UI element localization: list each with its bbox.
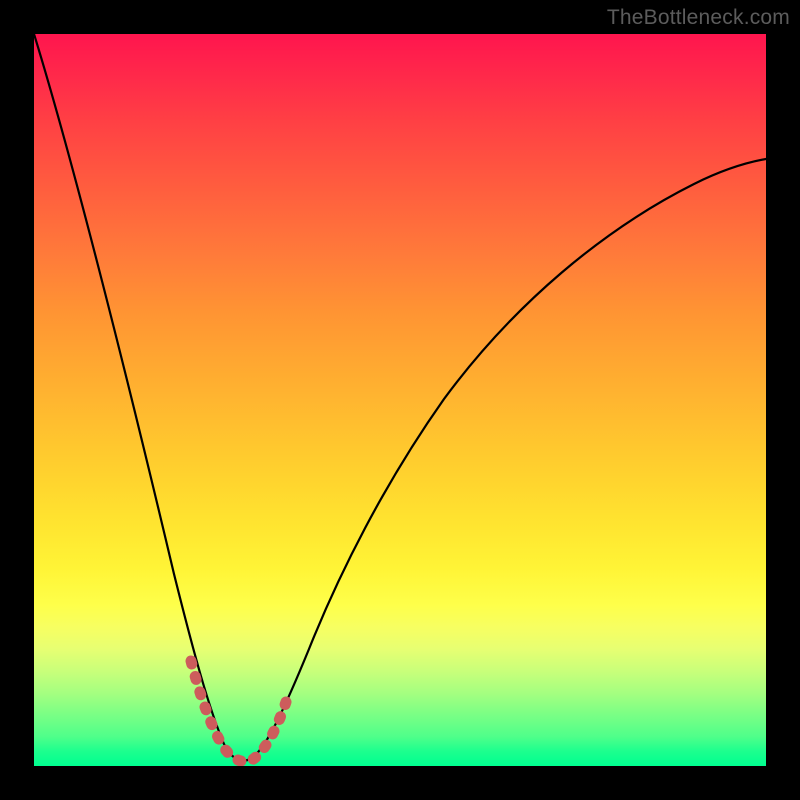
plot-area [34,34,766,766]
curve-canvas [34,34,766,766]
watermark-text: TheBottleneck.com [607,6,790,30]
bottleneck-curve [34,34,766,761]
chart-frame: TheBottleneck.com [0,0,800,800]
stitch-overlay [191,661,286,762]
